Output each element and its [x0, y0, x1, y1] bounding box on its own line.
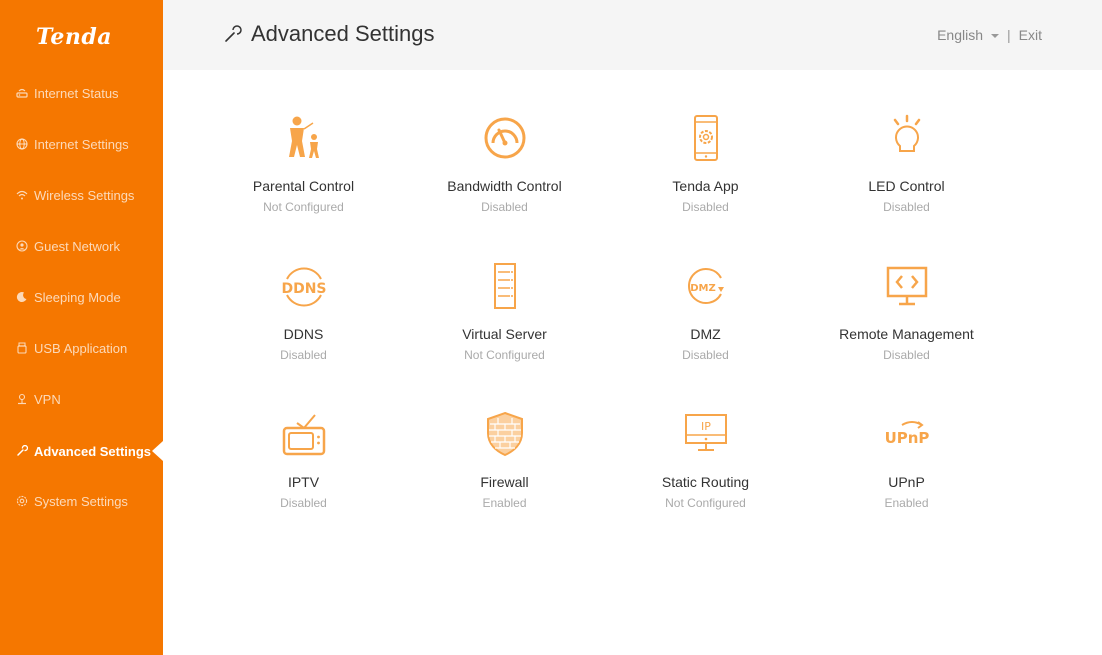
sidebar-item-label: VPN — [34, 391, 61, 407]
tile-virtual-server[interactable]: Virtual Server Not Configured — [404, 258, 605, 406]
tile-status: Disabled — [280, 348, 327, 362]
sidebar-item-advanced-settings[interactable]: Advanced Settings — [0, 436, 163, 466]
sidebar-item-label: Guest Network — [34, 238, 120, 254]
chevron-down-icon — [991, 34, 1000, 38]
server-rack-icon — [477, 258, 533, 314]
sidebar-item-system-settings[interactable]: System Settings — [0, 486, 163, 516]
globe-icon — [15, 138, 28, 151]
tile-status: Disabled — [481, 200, 528, 214]
monitor-code-icon — [879, 258, 935, 314]
tile-remote-management[interactable]: Remote Management Disabled — [806, 258, 1007, 406]
wrench-icon — [15, 445, 28, 458]
tile-firewall[interactable]: Firewall Enabled — [404, 406, 605, 554]
speedometer-icon — [477, 110, 533, 166]
advanced-settings-grid: Parental Control Not Configured Bandwidt… — [203, 110, 1007, 554]
upnp-icon-text: UPnP — [884, 429, 929, 447]
tile-name: DDNS — [283, 326, 324, 342]
sidebar-item-vpn[interactable]: VPN — [0, 384, 163, 414]
dmz-icon: DMZ — [678, 258, 734, 314]
tile-ddns[interactable]: DDNS DDNS Disabled — [203, 258, 404, 406]
sidebar-item-label: Advanced Settings — [34, 443, 152, 459]
tile-status: Enabled — [482, 496, 527, 510]
tenda-logo: Tenda — [36, 24, 112, 50]
dmz-icon-text: DMZ — [690, 283, 716, 294]
moon-icon — [15, 291, 28, 304]
ddns-icon-text: DDNS — [281, 281, 326, 297]
sidebar: Tenda Internet Status Internet Settings … — [0, 0, 163, 655]
exit-link[interactable]: Exit — [1019, 27, 1042, 43]
sidebar-item-label: USB Application — [34, 340, 128, 356]
tile-bandwidth-control[interactable]: Bandwidth Control Disabled — [404, 110, 605, 258]
wrench-icon — [223, 24, 243, 44]
parent-child-icon — [276, 110, 332, 166]
tile-status: Disabled — [682, 200, 729, 214]
sidebar-item-label: Wireless Settings — [34, 187, 135, 203]
tile-led-control[interactable]: LED Control Disabled — [806, 110, 1007, 258]
tile-name: Virtual Server — [462, 326, 547, 342]
ip-monitor-icon: IP — [678, 406, 734, 462]
tile-static-routing[interactable]: IP Static Routing Not Configured — [605, 406, 806, 554]
tile-status: Disabled — [883, 348, 930, 362]
sidebar-item-internet-status[interactable]: Internet Status — [0, 78, 163, 108]
sidebar-item-guest-network[interactable]: Guest Network — [0, 231, 163, 261]
tile-name: Static Routing — [661, 474, 750, 490]
sidebar-item-label: Internet Settings — [34, 136, 129, 152]
sidebar-item-label: Internet Status — [34, 85, 119, 101]
header-actions: English | Exit — [937, 27, 1042, 43]
page-title: Advanced Settings — [223, 21, 434, 47]
tile-name: Bandwidth Control — [447, 178, 562, 194]
header-separator: | — [1007, 27, 1011, 43]
tile-status: Not Configured — [263, 200, 344, 214]
gear-icon — [15, 495, 28, 508]
active-indicator — [152, 441, 163, 461]
sidebar-item-label: System Settings — [34, 493, 128, 509]
tile-name: UPnP — [888, 474, 925, 490]
tv-icon — [276, 406, 332, 462]
tile-status: Not Configured — [464, 348, 545, 362]
router-icon — [15, 87, 28, 100]
tile-parental-control[interactable]: Parental Control Not Configured — [203, 110, 404, 258]
sidebar-item-wireless-settings[interactable]: Wireless Settings — [0, 180, 163, 210]
ddns-icon: DDNS — [276, 258, 332, 314]
sidebar-item-sleeping-mode[interactable]: Sleeping Mode — [0, 282, 163, 312]
tile-status: Disabled — [883, 200, 930, 214]
sidebar-item-label: Sleeping Mode — [34, 289, 121, 305]
sidebar-item-internet-settings[interactable]: Internet Settings — [0, 129, 163, 159]
ip-icon-text: IP — [701, 420, 711, 433]
phone-gear-icon — [678, 110, 734, 166]
header: Advanced Settings English | Exit — [163, 0, 1102, 70]
tile-name: DMZ — [690, 326, 721, 342]
tile-status: Disabled — [682, 348, 729, 362]
sidebar-item-usb-application[interactable]: USB Application — [0, 333, 163, 363]
usb-icon — [15, 342, 28, 355]
guest-icon — [15, 240, 28, 253]
tile-name: LED Control — [868, 178, 945, 194]
tile-upnp[interactable]: UPnP UPnP Enabled — [806, 406, 1007, 554]
tile-status: Enabled — [884, 496, 929, 510]
light-bulb-icon — [879, 110, 935, 166]
tile-name: Remote Management — [839, 326, 974, 342]
tile-name: IPTV — [287, 474, 320, 490]
tile-dmz[interactable]: DMZ DMZ Disabled — [605, 258, 806, 406]
wifi-icon — [15, 189, 28, 202]
tile-name: Parental Control — [252, 178, 355, 194]
upnp-icon: UPnP — [879, 406, 935, 462]
tile-tenda-app[interactable]: Tenda App Disabled — [605, 110, 806, 258]
language-label: English — [937, 27, 984, 43]
page-title-text: Advanced Settings — [251, 21, 435, 46]
tile-status: Not Configured — [665, 496, 746, 510]
vpn-icon — [15, 393, 28, 406]
tile-iptv[interactable]: IPTV Disabled — [203, 406, 404, 554]
tile-name: Firewall — [480, 474, 529, 490]
tile-name: Tenda App — [672, 178, 739, 194]
shield-brick-icon — [477, 406, 533, 462]
language-select[interactable]: English — [937, 27, 1000, 43]
tile-status: Disabled — [280, 496, 327, 510]
